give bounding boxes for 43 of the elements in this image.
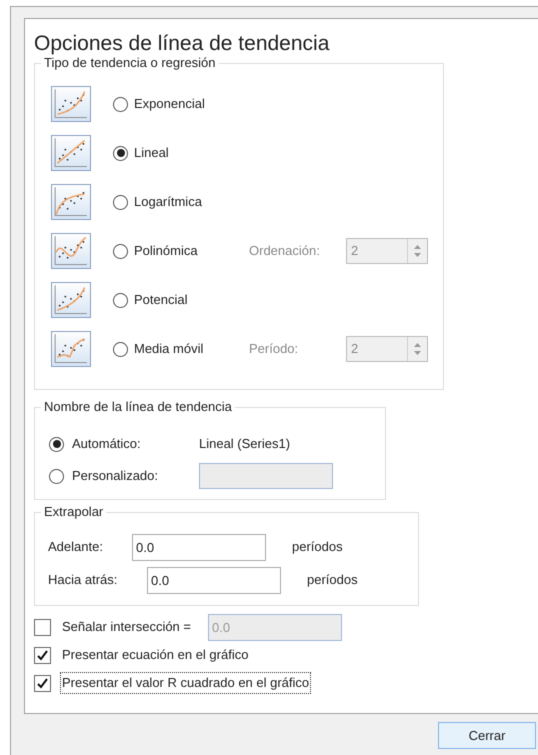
group-title: Tipo de tendencia o regresión (41, 55, 219, 71)
field-label: Período: (249, 340, 300, 358)
checkbox-label: Presentar ecuación en el gráfico (61, 646, 250, 664)
radio-button[interactable] (113, 146, 128, 160)
trend-chart-icon[interactable] (51, 233, 91, 269)
field-label: Hacia atrás: (48, 571, 118, 590)
trend-chart-icon[interactable] (51, 184, 91, 220)
spin-value: 2 (350, 242, 360, 260)
spin-value: 2 (350, 340, 360, 358)
radio-button[interactable] (49, 436, 64, 452)
trend-chart-icon[interactable] (51, 86, 91, 122)
option-label: Exponencial (134, 95, 206, 114)
option-label: Polinómica (134, 242, 199, 260)
option-label: Media móvil (134, 340, 204, 358)
option-label: Lineal (134, 144, 170, 162)
field-label: Adelante: (48, 538, 104, 556)
group-title: Extrapolar (41, 504, 106, 520)
trendline-name: Lineal (Series1) (199, 435, 290, 454)
radio-button[interactable] (113, 244, 128, 258)
trend-chart-icon[interactable] (51, 282, 91, 318)
trend-chart-icon[interactable] (51, 135, 91, 171)
field-label: Ordenación: (249, 242, 321, 260)
option-label: Automático: (72, 435, 142, 454)
option-label: Logarítmica (134, 193, 203, 212)
radio-button[interactable] (113, 96, 128, 112)
radio-button[interactable] (49, 468, 64, 484)
checkbox-label: Señalar intersección = (61, 618, 192, 636)
checkbox-label: Presentar el valor R cuadrado en el gráfico (60, 672, 312, 694)
checkbox[interactable] (34, 618, 51, 636)
radio-button[interactable] (113, 342, 128, 356)
trend-chart-icon[interactable] (51, 331, 91, 367)
unit-label: períodos (292, 538, 343, 556)
option-label: Personalizado: (72, 467, 159, 486)
radio-button[interactable] (113, 194, 128, 210)
unit-label: períodos (307, 571, 358, 590)
number-input-field[interactable]: 0.0 (132, 534, 266, 560)
checkbox[interactable] (34, 646, 51, 664)
radio-button[interactable] (113, 292, 128, 308)
number-input-field[interactable]: 0.0 (147, 566, 281, 594)
close-button[interactable]: Cerrar (438, 722, 536, 749)
checkbox[interactable] (34, 674, 51, 692)
dialog-title: Opciones de línea de tendencia (34, 31, 330, 57)
option-label: Potencial (134, 291, 188, 310)
